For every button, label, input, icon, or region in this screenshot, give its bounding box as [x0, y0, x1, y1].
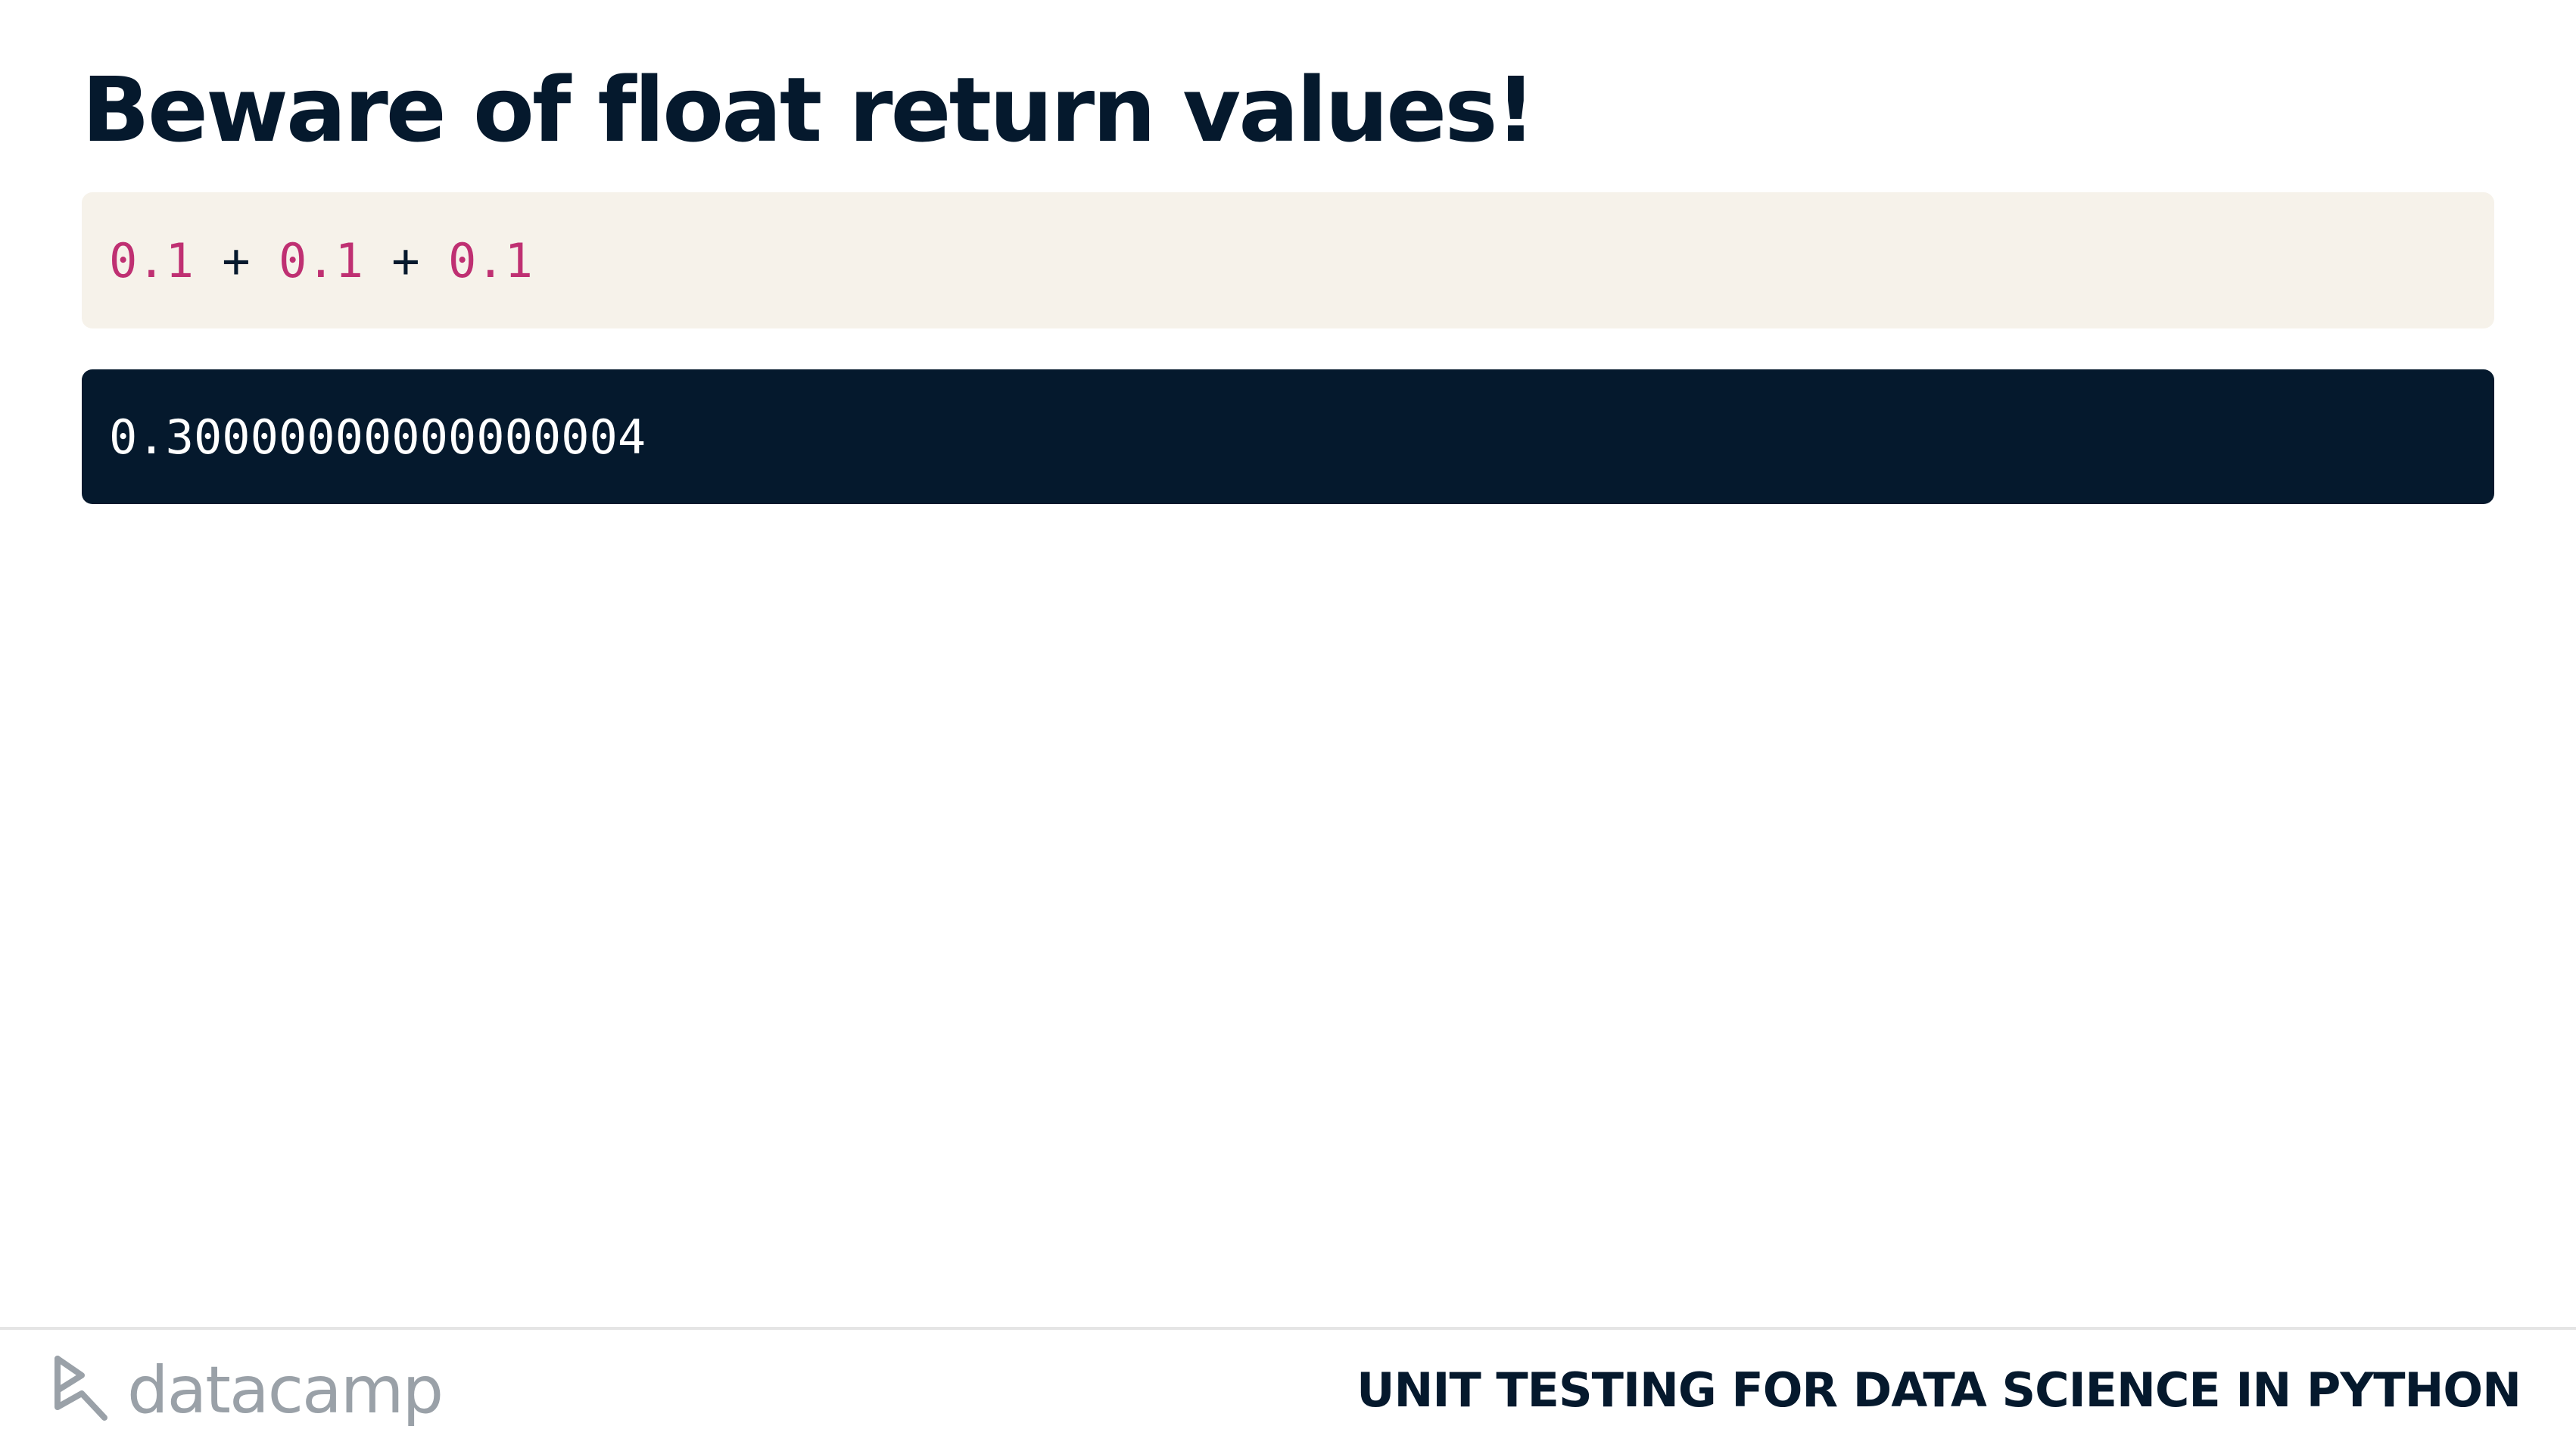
- footer-divider: [0, 1327, 2576, 1330]
- code-number-literal: 0.1: [278, 232, 363, 288]
- slide-title: Beware of float return values!: [82, 58, 1536, 162]
- datacamp-logo-text: datacamp: [127, 1353, 444, 1428]
- code-number-literal: 0.1: [447, 232, 533, 288]
- code-output-block: 0.30000000000000004: [82, 369, 2494, 504]
- code-operator: +: [193, 232, 279, 288]
- datacamp-logo-icon: [51, 1353, 111, 1428]
- datacamp-logo: datacamp: [51, 1349, 444, 1432]
- code-number-literal: 0.1: [109, 232, 194, 288]
- code-operator: +: [363, 232, 448, 288]
- course-title: UNIT TESTING FOR DATA SCIENCE IN PYTHON: [1357, 1362, 2521, 1418]
- code-input-block: 0.1 + 0.1 + 0.1: [82, 192, 2494, 328]
- code-output-text: 0.30000000000000004: [109, 409, 646, 465]
